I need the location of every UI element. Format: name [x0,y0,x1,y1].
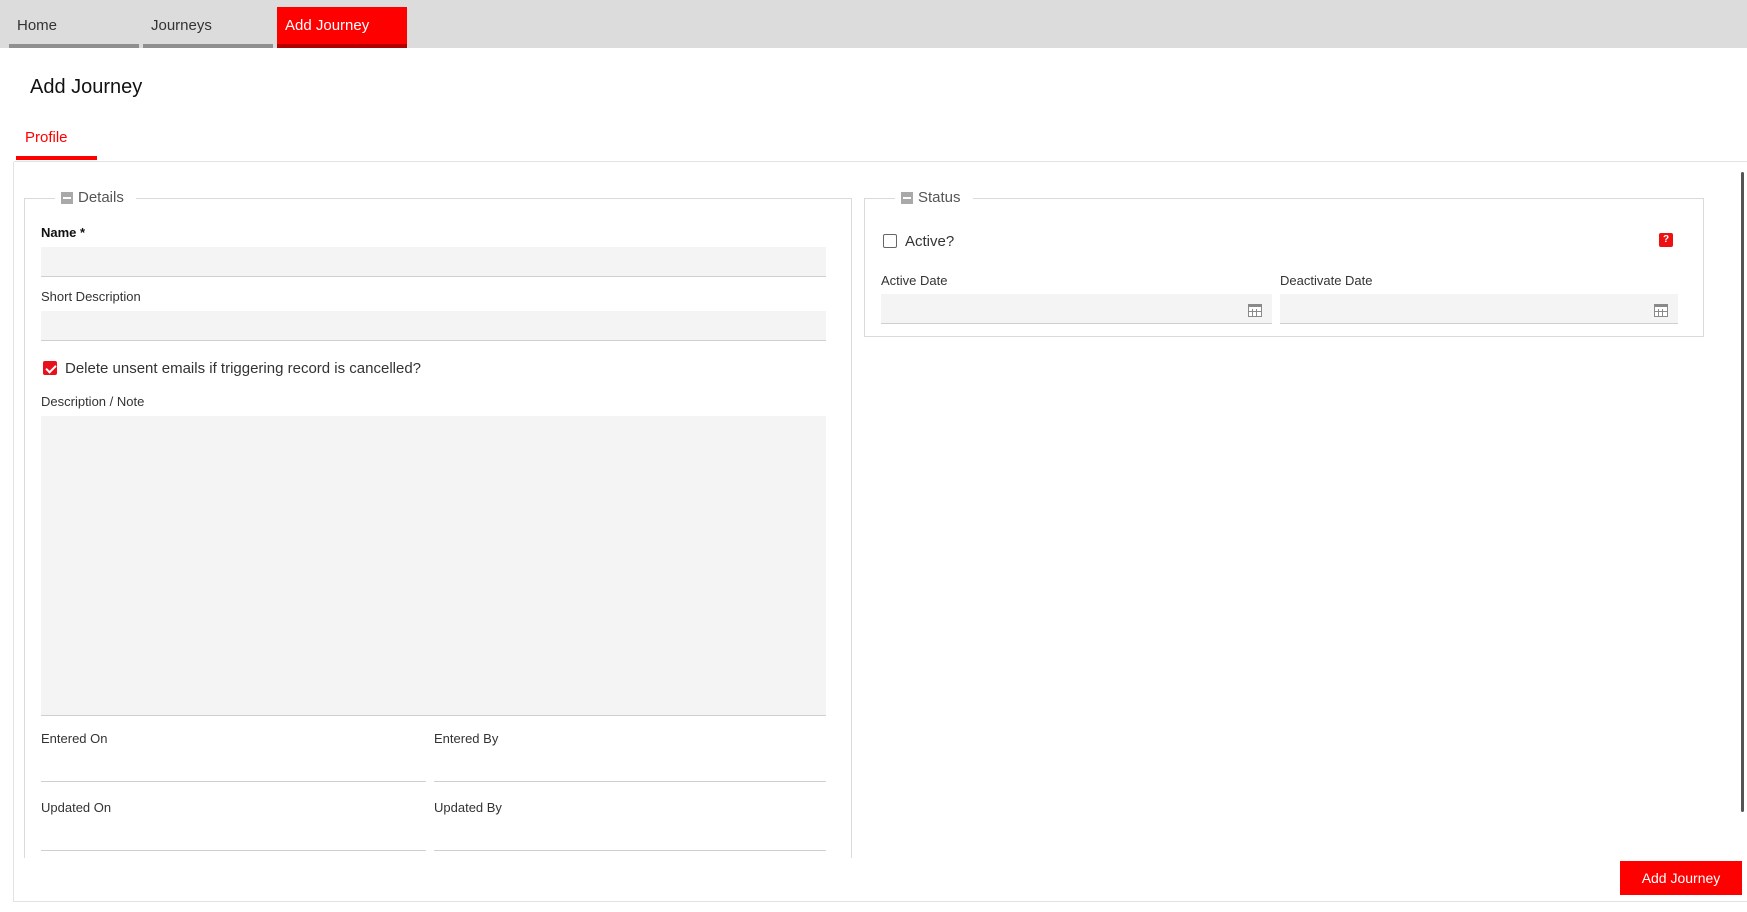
tab-add-journey-label: Add Journey [285,17,370,34]
calendar-icon[interactable] [1654,304,1668,317]
updated-on-label: Updated On [41,800,112,815]
tab-journeys[interactable]: Journeys [143,7,273,48]
active-checkbox[interactable] [883,234,897,248]
deactivate-date-label: Deactivate Date [1280,273,1373,288]
entered-on-label: Entered On [41,731,108,746]
minus-square-icon[interactable] [61,191,73,204]
tab-add-journey[interactable]: Add Journey [277,7,407,48]
updated-by-label: Updated By [434,800,502,815]
short-description-input[interactable] [41,311,826,341]
status-legend[interactable]: Status [895,189,973,206]
entered-by-label: Entered By [434,731,499,746]
active-date-input[interactable] [881,294,1272,324]
name-label: Name * [41,225,86,240]
entered-on-value [41,752,426,782]
question-mark-icon[interactable]: ? [1659,233,1673,247]
delete-unsent-label: Delete unsent emails if triggering recor… [65,360,422,377]
add-journey-button[interactable]: Add Journey [1620,861,1742,895]
deactivate-date-input[interactable] [1280,294,1678,324]
short-description-label: Short Description [41,289,141,304]
tab-profile-label: Profile [25,129,68,146]
vertical-scrollbar[interactable] [1741,172,1744,812]
calendar-icon[interactable] [1248,304,1262,317]
active-label: Active? [905,233,955,250]
name-input[interactable] [41,247,826,277]
tab-profile[interactable]: Profile [16,120,97,160]
delete-unsent-checkbox[interactable] [43,361,57,375]
updated-on-value [41,821,426,851]
tab-journeys-label: Journeys [151,17,212,34]
page-title: Add Journey [30,76,143,98]
details-legend-label: Details [78,189,124,206]
details-legend[interactable]: Details [55,189,136,206]
updated-by-value [434,821,826,851]
entered-by-value [434,752,826,782]
active-date-label: Active Date [881,273,948,288]
top-tab-bar: Home Journeys Add Journey [0,0,1747,48]
status-legend-label: Status [918,189,961,206]
description-textarea[interactable] [41,416,826,716]
tab-home[interactable]: Home [9,7,139,48]
tab-home-label: Home [17,17,58,34]
description-label: Description / Note [41,394,145,409]
minus-square-icon[interactable] [901,191,913,204]
